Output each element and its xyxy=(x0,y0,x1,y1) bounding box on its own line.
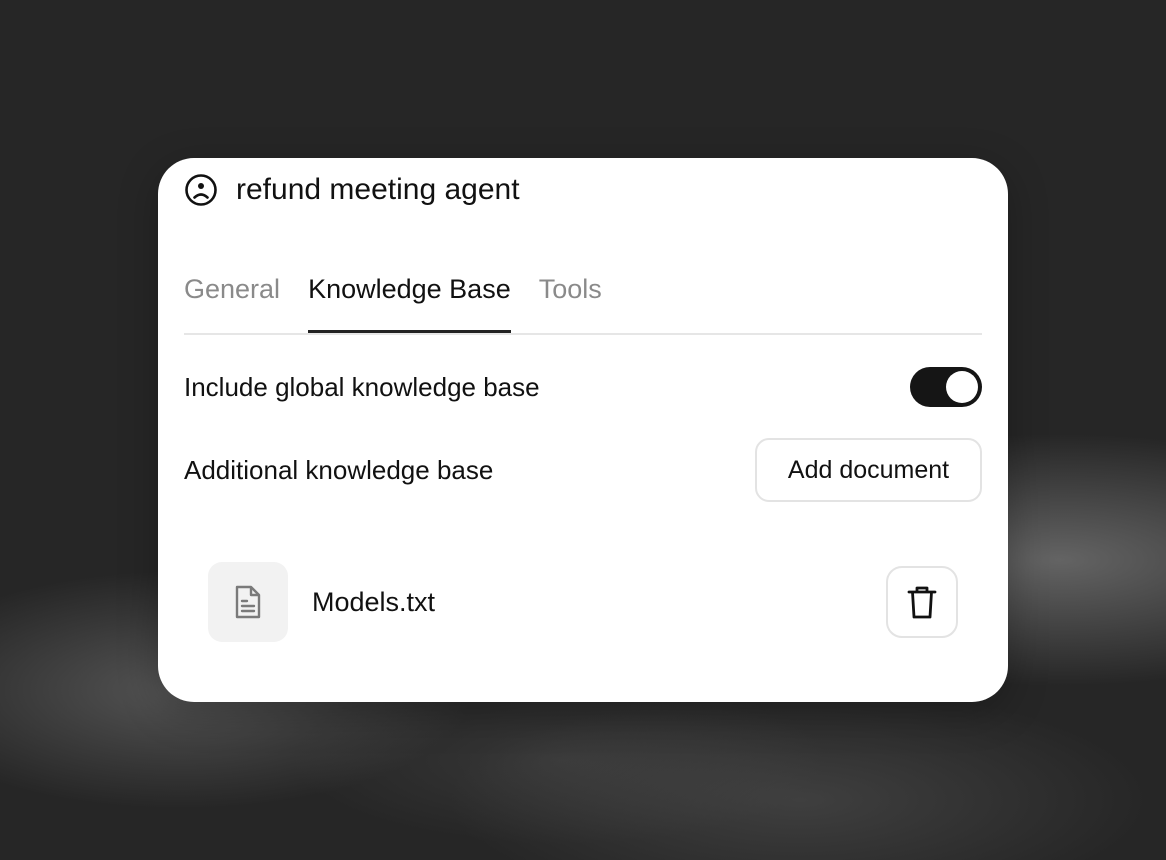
toggle-knob xyxy=(946,371,978,403)
tab-general[interactable]: General xyxy=(184,270,280,329)
add-document-button[interactable]: Add document xyxy=(755,438,982,502)
list-item: Models.txt xyxy=(208,562,958,642)
additional-knowledge-label: Additional knowledge base xyxy=(184,454,494,485)
agent-title: refund meeting agent xyxy=(236,173,520,206)
document-name: Models.txt xyxy=(312,586,436,617)
global-knowledge-label: Include global knowledge base xyxy=(184,371,540,402)
agent-header: refund meeting agent xyxy=(184,172,520,208)
sad-face-icon xyxy=(184,173,218,207)
settings-tabs: General Knowledge Base Tools xyxy=(184,270,982,335)
global-knowledge-toggle[interactable] xyxy=(910,367,982,407)
file-text-icon xyxy=(208,562,288,642)
agent-settings-card: refund meeting agent General Knowledge B… xyxy=(158,158,1008,702)
delete-document-button[interactable] xyxy=(886,566,958,638)
additional-knowledge-row: Additional knowledge base Add document xyxy=(184,438,982,502)
trash-icon xyxy=(906,584,938,620)
global-knowledge-row: Include global knowledge base xyxy=(184,363,982,411)
tab-tools[interactable]: Tools xyxy=(539,270,602,329)
tab-knowledge-base[interactable]: Knowledge Base xyxy=(308,270,511,333)
